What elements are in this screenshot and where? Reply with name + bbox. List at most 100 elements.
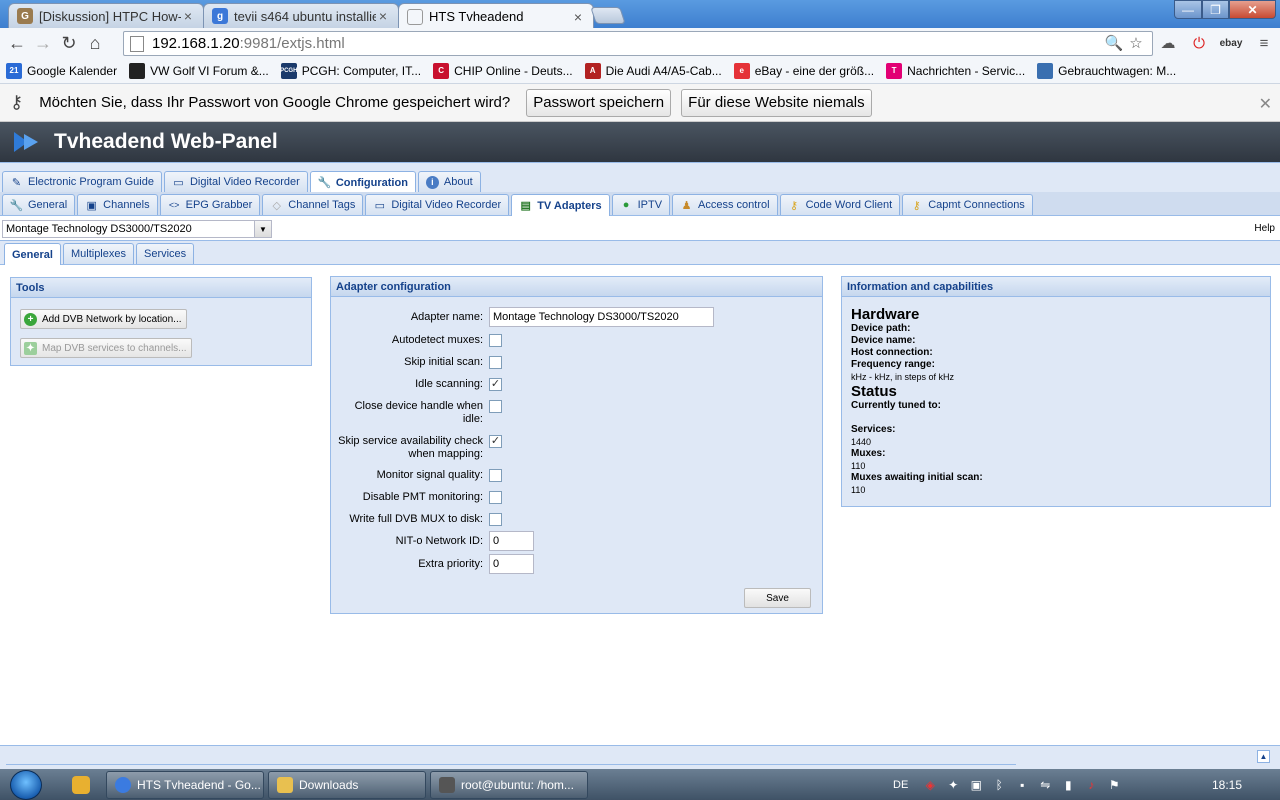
flag-icon[interactable]: ⚑ <box>1106 777 1122 793</box>
tab-general[interactable]: 🔧 General <box>2 194 76 215</box>
back-icon[interactable]: ← <box>4 30 30 56</box>
help-link[interactable]: Help <box>1254 223 1275 234</box>
close-icon[interactable]: × <box>376 8 390 24</box>
folder-icon <box>277 777 293 793</box>
tab-capmt[interactable]: ⚷ Capmt Connections <box>902 194 1033 215</box>
home-icon[interactable]: ⌂ <box>82 30 108 56</box>
usb-icon[interactable]: ⇋ <box>1037 777 1053 793</box>
language-indicator[interactable]: DE <box>893 779 908 791</box>
bookmark-google-kalender[interactable]: 21 Google Kalender <box>6 62 117 79</box>
tab-configuration[interactable]: 🔧 Configuration <box>309 171 416 193</box>
bookmark-audi[interactable]: A Die Audi A4/A5-Cab... <box>584 62 722 79</box>
tab-epg[interactable]: ✎ Electronic Program Guide <box>2 171 162 192</box>
hardware-icon[interactable]: ▪ <box>1014 777 1030 793</box>
write-full-mux-checkbox[interactable] <box>489 513 502 526</box>
add-dvb-network-button[interactable]: + Add DVB Network by location... <box>20 309 187 329</box>
bookmark-label: Gebrauchtwagen: M... <box>1058 63 1177 78</box>
chevron-down-icon[interactable]: ▼ <box>254 221 271 237</box>
new-tab-button[interactable] <box>590 7 626 24</box>
extra-priority-input[interactable]: 0 <box>489 554 534 574</box>
volume-muted-icon[interactable]: ♪ <box>1083 777 1099 793</box>
browser-tab-tvheadend[interactable]: HTS Tvheadend × <box>398 3 594 29</box>
chevron-up-icon[interactable]: ▲ <box>1257 750 1270 763</box>
bookmark-gebrauchtwagen[interactable]: Gebrauchtwagen: M... <box>1037 62 1177 79</box>
clock[interactable]: 18:15 <box>1212 778 1242 792</box>
close-icon[interactable]: × <box>181 8 195 24</box>
adblock-icon[interactable]: ⏻ <box>1189 33 1209 53</box>
star-icon[interactable]: ☆ <box>1126 33 1146 53</box>
muxes-label: Muxes: <box>851 448 886 459</box>
ebay-icon[interactable]: ebay <box>1217 33 1245 53</box>
tab-channel-tags[interactable]: ◇ Channel Tags <box>262 194 364 215</box>
tab-config-dvr[interactable]: ▭ Digital Video Recorder <box>365 194 510 215</box>
tab-label: Multiplexes <box>70 248 126 260</box>
taskbar-label: HTS Tvheadend - Go... <box>137 778 261 792</box>
browser-tab-tevii[interactable]: g tevii s464 ubuntu installier × <box>203 3 399 28</box>
disable-pmt-checkbox[interactable] <box>489 491 502 504</box>
minimize-button[interactable]: — <box>1174 0 1202 19</box>
close-window-button[interactable]: ✕ <box>1229 0 1276 19</box>
taskbar-item-downloads[interactable]: Downloads <box>268 771 426 799</box>
status-area <box>6 749 1016 765</box>
tab-access-control[interactable]: ♟ Access control <box>672 194 778 215</box>
close-icon[interactable]: ✕ <box>1259 94 1272 114</box>
network-icon[interactable]: ▮ <box>1060 777 1076 793</box>
tab-iptv[interactable]: ● IPTV <box>611 194 671 215</box>
close-icon[interactable]: × <box>571 9 585 25</box>
bookmark-vw-golf[interactable]: VW Golf VI Forum &... <box>129 62 269 79</box>
nit-network-id-input[interactable]: 0 <box>489 531 534 551</box>
never-save-button[interactable]: Für diese Website niemals <box>681 88 872 117</box>
subtab-general[interactable]: General <box>4 243 61 265</box>
display-icon[interactable]: ▣ <box>968 777 984 793</box>
app-header: Tvheadend Web-Panel <box>0 122 1280 162</box>
bluetooth-icon[interactable]: ᛒ <box>991 777 1007 793</box>
antivirus-icon[interactable]: ◈ <box>922 777 938 793</box>
tab-label: Channel Tags <box>288 199 356 211</box>
pinned-app-icon[interactable] <box>72 776 90 794</box>
monitor-signal-checkbox[interactable] <box>489 469 502 482</box>
bookmark-label: Die Audi A4/A5-Cab... <box>605 63 722 78</box>
tools-icon[interactable]: ✦ <box>945 777 961 793</box>
bookmark-chip[interactable]: C CHIP Online - Deuts... <box>433 62 573 79</box>
skip-initial-scan-checkbox[interactable] <box>489 356 502 369</box>
browser-tab-diskussion[interactable]: G [Diskussion] HTPC How-T × <box>8 3 204 28</box>
forward-icon[interactable]: → <box>30 30 56 56</box>
tab-label: Channels <box>103 199 150 211</box>
skip-service-check-checkbox[interactable]: ✓ <box>489 435 502 448</box>
save-password-button[interactable]: Passwort speichern <box>526 88 672 117</box>
idle-scanning-checkbox[interactable]: ✓ <box>489 378 502 391</box>
maximize-button[interactable]: ❐ <box>1202 0 1229 19</box>
subtab-services[interactable]: Services <box>136 243 195 264</box>
doc-icon: G <box>17 8 33 24</box>
cloud-icon[interactable]: ☁ <box>1158 33 1178 53</box>
tab-code-word-client[interactable]: ⚷ Code Word Client <box>779 194 901 215</box>
adapter-name-input[interactable]: Montage Technology DS3000/TS2020 <box>489 307 714 327</box>
reload-icon[interactable]: ↻ <box>56 30 82 56</box>
puzzle-icon: ✦ <box>24 341 37 355</box>
tab-about[interactable]: i About <box>417 171 481 192</box>
map-dvb-services-button[interactable]: ✦ Map DVB services to channels... <box>20 338 192 358</box>
menu-icon[interactable]: ≡ <box>1254 33 1274 53</box>
bookmark-pcgh[interactable]: PCGH PCGH: Computer, IT... <box>280 62 421 79</box>
bookmark-nachrichten[interactable]: T Nachrichten - Servic... <box>886 62 1025 79</box>
adapter-select[interactable]: Montage Technology DS3000/TS2020 ▼ <box>2 220 272 238</box>
tab-dvr[interactable]: ▭ Digital Video Recorder <box>163 171 308 192</box>
field-label: NIT-o Network ID: <box>395 535 483 547</box>
muxes-awaiting-value: 110 <box>851 485 866 495</box>
tab-epg-grabber[interactable]: <> EPG Grabber <box>159 194 261 215</box>
adapter-select-row: Montage Technology DS3000/TS2020 ▼ Help <box>0 217 1280 241</box>
tab-tv-adapters[interactable]: ▤ TV Adapters <box>511 194 610 216</box>
url-host: 192.168.1.20 <box>152 35 240 52</box>
autodetect-muxes-checkbox[interactable] <box>489 334 502 347</box>
search-icon[interactable]: 🔍 <box>1104 33 1124 53</box>
taskbar-item-terminal[interactable]: root@ubuntu: /hom... <box>430 771 588 799</box>
bookmark-ebay[interactable]: e eBay - eine der größ... <box>733 62 874 79</box>
tools-panel: Tools + Add DVB Network by location... ✦… <box>10 277 312 366</box>
taskbar-item-chrome[interactable]: HTS Tvheadend - Go... <box>106 771 264 799</box>
address-bar[interactable]: 192.168.1.20:9981/extjs.html <box>123 31 1153 56</box>
close-device-handle-checkbox[interactable] <box>489 400 502 413</box>
save-button[interactable]: Save <box>744 588 811 608</box>
start-button[interactable] <box>6 769 46 800</box>
subtab-multiplexes[interactable]: Multiplexes <box>62 243 134 264</box>
tab-channels[interactable]: ▣ Channels <box>77 194 158 215</box>
